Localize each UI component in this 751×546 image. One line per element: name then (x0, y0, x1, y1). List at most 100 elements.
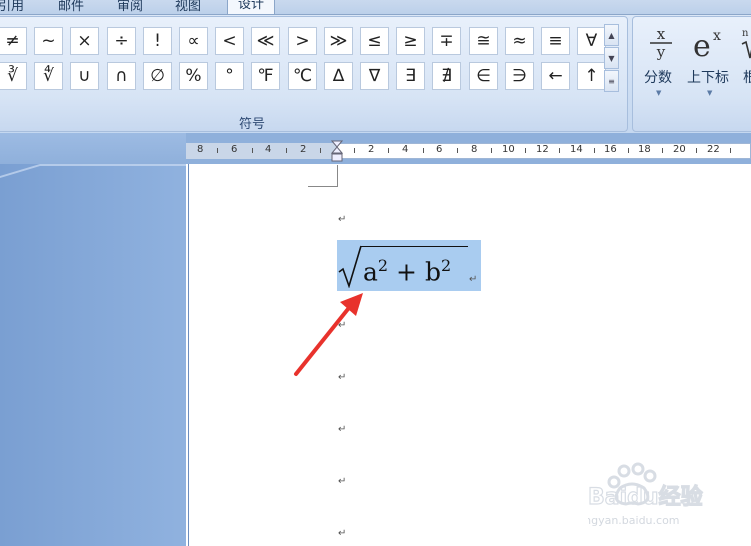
symbol-row1-1-button[interactable]: ~ (34, 27, 63, 55)
ruler-tick (457, 148, 458, 153)
symbol-row2-2-button[interactable]: ∪ (70, 62, 99, 90)
ruler-tick (423, 148, 424, 153)
paragraph-mark: ↵ (469, 274, 478, 285)
ruler-tick (662, 148, 663, 153)
radical-label: 根 (743, 70, 751, 86)
ruler-tick (217, 148, 218, 153)
radical-button[interactable]: n 根 (740, 24, 751, 100)
ruler-tick (628, 148, 629, 153)
svg-text:e: e (693, 29, 711, 64)
tab-view[interactable]: 视图 (175, 0, 201, 14)
symbol-row2-3-button[interactable]: ∩ (107, 62, 136, 90)
symbol-row2-7-button[interactable]: ℉ (251, 62, 280, 90)
ruler-tick (320, 148, 321, 153)
symbol-row2-15-button[interactable]: ← (541, 62, 570, 90)
script-dropdown-icon: ▼ (707, 89, 713, 97)
radical-sign-icon (338, 245, 362, 288)
ruler-tick (525, 148, 526, 153)
symbol-row1-13-button[interactable]: ≅ (469, 27, 498, 55)
svg-text:y: y (656, 43, 666, 61)
baidu-watermark: Baidu经验 jingyan.baidu.com (577, 462, 748, 546)
watermark-url: jingyan.baidu.com (588, 514, 680, 527)
svg-text:x: x (657, 25, 666, 43)
symbol-row1-6-button[interactable]: < (215, 27, 244, 55)
ruler-number: 10 (502, 144, 515, 155)
symbol-row1-5-button[interactable]: ∝ (179, 27, 208, 55)
paragraph-mark: ↵ (338, 424, 347, 435)
fraction-icon: x y (650, 25, 672, 61)
watermark-brand: Baidu经验 (588, 484, 703, 510)
radicand: a2 + b2 (363, 256, 451, 286)
ruler-number: 14 (570, 144, 583, 155)
fraction-button[interactable]: x y 分数 ▼ (641, 24, 681, 100)
symbol-row1-12-button[interactable]: ∓ (432, 27, 461, 55)
gallery-scroll-up-button[interactable]: ▲ (604, 24, 619, 46)
ruler-tick (252, 148, 253, 153)
fraction-dropdown-icon: ▼ (656, 89, 662, 97)
ruler-number: 8 (197, 144, 204, 155)
paragraph-mark: ↵ (338, 214, 347, 225)
ruler-tick (388, 148, 389, 153)
ruler-tick (696, 148, 697, 153)
ribbon-tab-bar: 引用 邮件 审阅 视图 设计 (0, 0, 751, 15)
ruler-number: 6 (436, 144, 443, 155)
symbol-row2-8-button[interactable]: ℃ (288, 62, 317, 90)
symbol-row1-0-button[interactable]: ≠ (0, 27, 27, 55)
paragraph-mark: ↵ (338, 476, 347, 487)
ruler-tick (559, 148, 560, 153)
symbol-row2-16-button[interactable]: ↑ (577, 62, 606, 90)
ruler-number: 18 (638, 144, 651, 155)
eq-b: b (424, 257, 441, 287)
svg-text:n: n (742, 28, 749, 39)
symbol-row1-8-button[interactable]: > (288, 27, 317, 55)
symbol-row2-9-button[interactable]: ∆ (324, 62, 353, 90)
paragraph-mark: ↵ (338, 320, 347, 331)
gallery-more-button[interactable]: ≡ (604, 70, 619, 92)
indent-marker-icon[interactable] (331, 140, 343, 164)
ruler-number: 16 (604, 144, 617, 155)
fraction-label: 分数 (644, 70, 672, 86)
navigation-pane (0, 164, 186, 546)
symbol-row2-14-button[interactable]: ∋ (505, 62, 534, 90)
symbol-row2-5-button[interactable]: % (179, 62, 208, 90)
symbol-row1-11-button[interactable]: ≥ (396, 27, 425, 55)
symbol-row1-2-button[interactable]: × (70, 27, 99, 55)
margin-corner-mark (308, 165, 338, 187)
symbol-row1-16-button[interactable]: ∀ (577, 27, 606, 55)
symbol-row1-7-button[interactable]: ≪ (251, 27, 280, 55)
ruler-number: 4 (402, 144, 409, 155)
script-button[interactable]: e x 上下标 ▼ (686, 24, 736, 100)
symbol-row2-6-button[interactable]: ° (215, 62, 244, 90)
symbol-row1-9-button[interactable]: ≫ (324, 27, 353, 55)
ruler-number: 12 (536, 144, 549, 155)
symbol-row1-3-button[interactable]: ÷ (107, 27, 136, 55)
navigation-pane-header (0, 133, 186, 164)
ruler-tick (594, 148, 595, 153)
ruler-number: 6 (231, 144, 238, 155)
symbol-row2-11-button[interactable]: ∃ (396, 62, 425, 90)
symbol-row1-14-button[interactable]: ≈ (505, 27, 534, 55)
symbol-row2-12-button[interactable]: ∄ (432, 62, 461, 90)
symbol-row2-4-button[interactable]: ∅ (143, 62, 172, 90)
eq-a: a (363, 257, 378, 287)
symbol-row2-13-button[interactable]: ∈ (469, 62, 498, 90)
tab-references[interactable]: 引用 (0, 0, 24, 14)
radical-overbar (361, 246, 468, 247)
symbol-row2-10-button[interactable]: ∇ (360, 62, 389, 90)
tab-mailings[interactable]: 邮件 (58, 0, 84, 14)
ruler-tick (730, 148, 731, 153)
ruler-number: 4 (265, 144, 272, 155)
symbol-row2-0-button[interactable]: ∛ (0, 62, 27, 90)
symbol-row1-15-button[interactable]: ≡ (541, 27, 570, 55)
tab-design[interactable]: 设计 (227, 0, 276, 14)
symbol-row1-10-button[interactable]: ≤ (360, 27, 389, 55)
tab-review[interactable]: 审阅 (117, 0, 143, 14)
ruler-number: 2 (300, 144, 307, 155)
ruler-number: 8 (471, 144, 478, 155)
gallery-scroll-down-button[interactable]: ▼ (604, 47, 619, 69)
symbol-row1-4-button[interactable]: ! (143, 27, 172, 55)
symbols-group-label: 符号 (238, 117, 265, 132)
superscript-icon: e x (693, 28, 721, 64)
symbol-row2-1-button[interactable]: ∜ (34, 62, 63, 90)
paragraph-mark: ↵ (338, 372, 347, 383)
